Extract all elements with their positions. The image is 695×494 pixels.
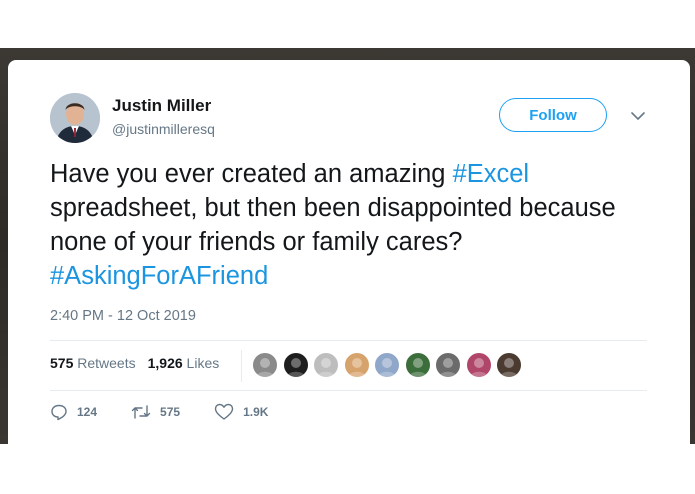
retweet-action[interactable]: 575 [131,403,180,421]
divider-top [50,340,647,341]
retweet-count: 575 [160,405,181,419]
tweet-card: Justin Miller @justinmilleresq Follow Ha… [8,60,690,444]
tweet-text: Have you ever created an amazing #Excel … [50,157,670,293]
reply-count: 124 [77,405,98,419]
like-action[interactable]: 1.9K [214,403,268,421]
liker-avatar-9[interactable] [496,352,522,378]
liker-avatar-6[interactable] [404,352,431,378]
likes-stat[interactable]: 1,926 Likes [148,355,220,371]
follow-button[interactable]: Follow [499,98,607,132]
reply-icon [51,404,67,421]
follow-button-label: Follow [529,106,577,124]
liker-avatar-8[interactable] [465,352,492,378]
retweet-icon [131,405,151,419]
liker-avatar-7[interactable] [435,352,461,378]
tweet-timestamp[interactable]: 2:40 PM - 12 Oct 2019 [50,308,196,324]
author-name[interactable]: Justin Miller [112,96,211,116]
likes-label: Likes [186,355,220,371]
stats-separator [241,350,242,382]
author-avatar[interactable] [50,93,100,143]
reply-action[interactable]: 124 [50,403,97,421]
tweet-stats: 575 Retweets 1,926 Likes [50,355,219,371]
liker-avatars [252,352,527,378]
hashtag-link[interactable]: #Excel [453,160,530,188]
liker-avatar-1[interactable] [252,352,278,378]
retweets-label: Retweets [77,355,136,371]
chevron-down-icon[interactable] [628,106,648,126]
liker-avatar-2[interactable] [282,352,309,378]
divider-bottom [50,390,647,391]
tweet-text-segment: Have you ever created an amazing [50,160,453,188]
tweet-text-segment: spreadsheet, but then been disappointed … [50,194,616,256]
liker-avatar-3[interactable] [313,352,339,378]
liker-avatar-5[interactable] [374,352,400,378]
tweet-actions: 124 575 1.9K [50,403,302,421]
retweets-count: 575 [50,355,74,371]
liker-avatar-4[interactable] [343,352,370,378]
hashtag-link[interactable]: #AskingForAFriend [50,262,268,290]
author-handle[interactable]: @justinmilleresq [112,121,215,137]
retweets-stat[interactable]: 575 Retweets [50,355,136,371]
likes-count: 1,926 [147,355,183,371]
heart-icon [214,403,234,420]
like-count: 1.9K [243,405,269,419]
